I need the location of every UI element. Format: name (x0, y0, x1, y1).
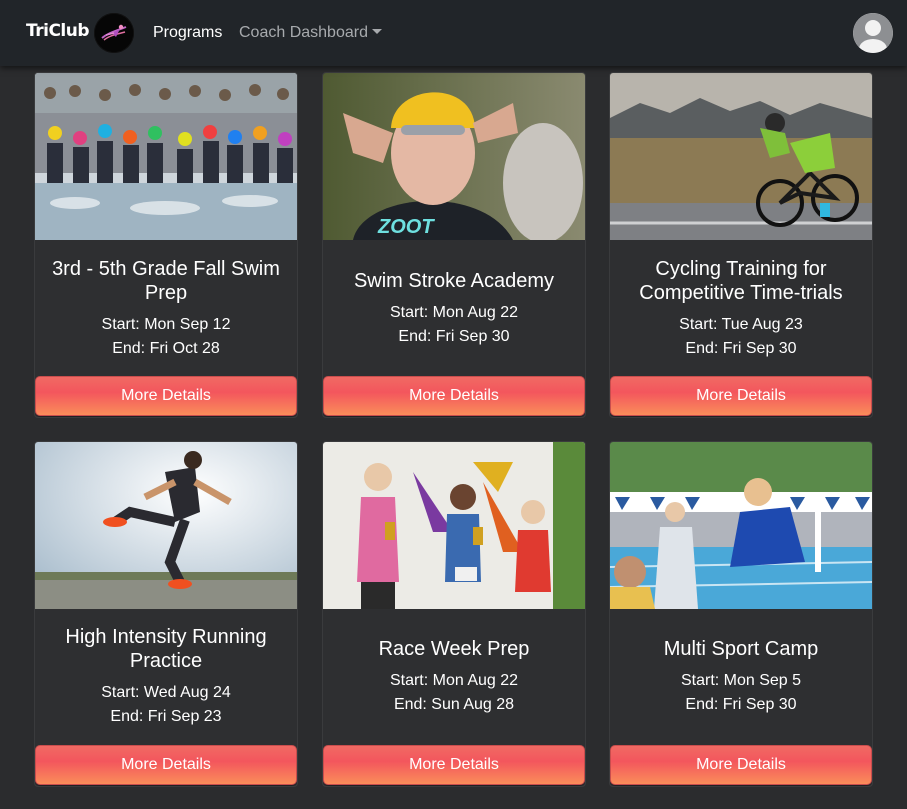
program-start-date: Start: Mon Aug 22 (389, 672, 519, 689)
more-details-button[interactable]: More Details (323, 745, 585, 785)
program-start-date: Start: Tue Aug 23 (679, 316, 803, 333)
program-end-date: End: Fri Sep 30 (685, 340, 797, 357)
program-start-date: Start: Mon Sep 12 (101, 316, 231, 333)
navbar: TriClub Programs Coach Dashboard (0, 0, 907, 66)
program-end-date: End: Fri Oct 28 (112, 340, 220, 357)
program-photo-runner (35, 442, 297, 609)
program-start-date: Start: Mon Aug 22 (389, 304, 519, 321)
program-end-date: End: Fri Sep 30 (685, 696, 797, 713)
nav-coach-dashboard-dropdown[interactable]: Coach Dashboard (239, 24, 382, 42)
brand-name[interactable]: TriClub (26, 21, 90, 41)
program-start-date: Start: Mon Sep 5 (680, 672, 802, 689)
program-start-date: Start: Wed Aug 24 (101, 684, 231, 701)
caret-down-icon (371, 29, 382, 34)
more-details-button[interactable]: More Details (610, 745, 872, 785)
program-card: ZOOT Swim Stroke Academy Start: Mon Aug … (322, 72, 586, 418)
program-card: High Intensity Running Practice Start: W… (34, 441, 298, 787)
more-details-button[interactable]: More Details (35, 745, 297, 785)
program-title: Cycling Training for Competitive Time-tr… (639, 258, 843, 304)
program-card: Multi Sport Camp Start: Mon Sep 5 End: F… (609, 441, 873, 787)
program-card: Cycling Training for Competitive Time-tr… (609, 72, 873, 418)
nav-coach-dashboard-label: Coach Dashboard (239, 24, 368, 41)
more-details-button[interactable]: More Details (35, 376, 297, 416)
nav-programs-link[interactable]: Programs (153, 24, 222, 42)
program-title: Race Week Prep (378, 638, 530, 660)
program-end-date: End: Fri Sep 23 (110, 708, 222, 725)
program-card: 3rd - 5th Grade Fall Swim Prep Start: Mo… (34, 72, 298, 418)
program-photo-pool-camp (610, 442, 872, 609)
program-title: Swim Stroke Academy (353, 270, 555, 292)
program-title: 3rd - 5th Grade Fall Swim Prep (52, 258, 280, 304)
program-end-date: End: Fri Sep 30 (398, 328, 510, 345)
program-photo-cyclist (610, 73, 872, 240)
triathlete-logo-icon[interactable] (94, 13, 134, 53)
user-avatar-icon[interactable] (853, 13, 893, 53)
program-photo-kids-awards (323, 442, 585, 609)
svg-text:ZOOT: ZOOT (377, 216, 435, 238)
program-title: Multi Sport Camp (663, 638, 819, 660)
program-photo-swim-race-start (35, 73, 297, 240)
program-end-date: End: Sun Aug 28 (393, 696, 515, 713)
program-photo-swimmer-goggles: ZOOT (323, 73, 585, 240)
program-title: High Intensity Running Practice (65, 626, 267, 672)
more-details-button[interactable]: More Details (323, 376, 585, 416)
more-details-button[interactable]: More Details (610, 376, 872, 416)
program-card: Race Week Prep Start: Mon Aug 22 End: Su… (322, 441, 586, 787)
